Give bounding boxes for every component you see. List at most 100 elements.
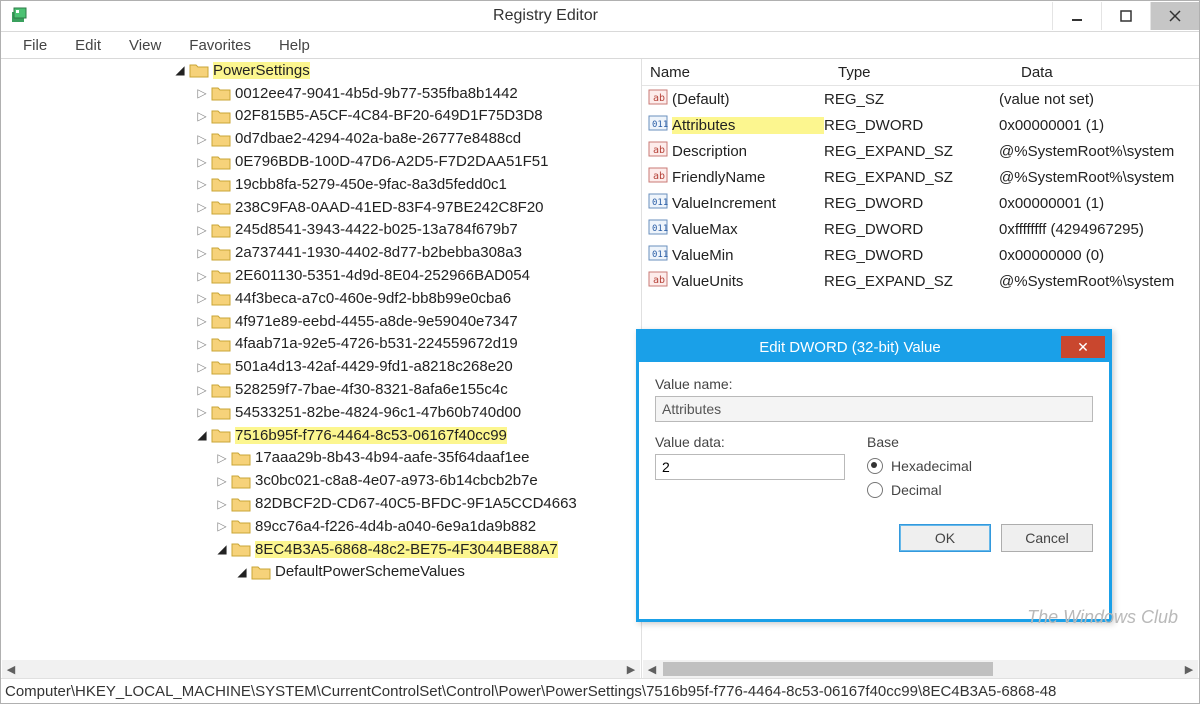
radio-dot-icon	[867, 482, 883, 498]
col-data[interactable]: Data	[1013, 64, 1199, 81]
list-row[interactable]: abDescriptionREG_EXPAND_SZ@%SystemRoot%\…	[642, 138, 1199, 164]
value-name: ValueUnits	[672, 273, 824, 290]
menu-edit[interactable]: Edit	[61, 37, 115, 54]
tree-item[interactable]: ▷2a737441-1930-4402-8d77-b2bebba308a3	[1, 241, 641, 264]
titlebar[interactable]: Registry Editor	[1, 1, 1199, 32]
tree-pane[interactable]: ◢PowerSettings▷0012ee47-9041-4b5d-9b77-5…	[1, 59, 642, 678]
menu-help[interactable]: Help	[265, 37, 324, 54]
tree-item[interactable]: ▷82DBCF2D-CD67-40C5-BFDC-9F1A5CCD4663	[1, 492, 641, 515]
value-type: REG_DWORD	[824, 247, 999, 264]
list-row[interactable]: 011ValueMaxREG_DWORD0xffffffff (42949672…	[642, 216, 1199, 242]
cancel-button[interactable]: Cancel	[1001, 524, 1093, 552]
value-type: REG_EXPAND_SZ	[824, 273, 999, 290]
tree-item[interactable]: ▷501a4d13-42af-4429-9fd1-a8218c268e20	[1, 355, 641, 378]
expanded-arrow-icon[interactable]: ◢	[171, 63, 189, 77]
list-row[interactable]: abValueUnitsREG_EXPAND_SZ@%SystemRoot%\s…	[642, 268, 1199, 294]
tree-item[interactable]: ▷0d7dbae2-4294-402a-ba8e-26777e8488cd	[1, 127, 641, 150]
scroll-left-icon[interactable]: ◀	[2, 660, 20, 678]
collapsed-arrow-icon[interactable]: ▷	[213, 519, 231, 533]
tree-item[interactable]: ▷4faab71a-92e5-4726-b531-224559672d19	[1, 333, 641, 356]
value-type: REG_DWORD	[824, 117, 999, 134]
valuedata-label: Value data:	[655, 434, 867, 450]
tree-item[interactable]: ▷19cbb8fa-5279-450e-9fac-8a3d5fedd0c1	[1, 173, 641, 196]
tree-item[interactable]: ▷528259f7-7bae-4f30-8321-8afa6e155c4c	[1, 378, 641, 401]
value-data: 0x00000000 (0)	[999, 247, 1199, 264]
tree-item[interactable]: ◢7516b95f-f776-4464-8c53-06167f40cc99	[1, 424, 641, 447]
collapsed-arrow-icon[interactable]: ▷	[193, 86, 211, 100]
tree-h-scrollbar[interactable]: ◀ ▶	[2, 660, 640, 678]
collapsed-arrow-icon[interactable]: ▷	[193, 200, 211, 214]
list-row[interactable]: 011ValueIncrementREG_DWORD0x00000001 (1)	[642, 190, 1199, 216]
valuedata-input[interactable]	[655, 454, 845, 480]
tree-item[interactable]: ▷238C9FA8-0AAD-41ED-83F4-97BE242C8F20	[1, 196, 641, 219]
scroll-thumb[interactable]	[663, 662, 993, 676]
list-h-scrollbar[interactable]: ◀ ▶	[643, 660, 1198, 678]
value-type: REG_EXPAND_SZ	[824, 169, 999, 186]
collapsed-arrow-icon[interactable]: ▷	[213, 497, 231, 511]
valuename-input[interactable]	[655, 396, 1093, 422]
collapsed-arrow-icon[interactable]: ▷	[193, 109, 211, 123]
scroll-left-icon[interactable]: ◀	[643, 660, 661, 678]
menu-favorites[interactable]: Favorites	[175, 37, 265, 54]
close-button[interactable]	[1150, 2, 1199, 30]
tree-item[interactable]: ◢8EC4B3A5-6868-48c2-BE75-4F3044BE88A7	[1, 538, 641, 561]
tree-item[interactable]: ▷89cc76a4-f226-4d4b-a040-6e9a1da9b882	[1, 515, 641, 538]
dialog-title: Edit DWORD (32-bit) Value	[639, 339, 1061, 356]
menu-view[interactable]: View	[115, 37, 175, 54]
collapsed-arrow-icon[interactable]: ▷	[193, 246, 211, 260]
tree-item[interactable]: ◢PowerSettings	[1, 59, 641, 82]
maximize-button[interactable]	[1101, 2, 1150, 30]
collapsed-arrow-icon[interactable]: ▷	[193, 269, 211, 283]
scroll-right-icon[interactable]: ▶	[1180, 660, 1198, 678]
tree-item[interactable]: ▷245d8541-3943-4422-b025-13a784f679b7	[1, 219, 641, 242]
minimize-button[interactable]	[1052, 2, 1101, 30]
collapsed-arrow-icon[interactable]: ▷	[213, 451, 231, 465]
tree-item[interactable]: ▷17aaa29b-8b43-4b94-aafe-35f64daaf1ee	[1, 447, 641, 470]
value-type: REG_DWORD	[824, 195, 999, 212]
menu-file[interactable]: File	[9, 37, 61, 54]
value-data: @%SystemRoot%\system	[999, 273, 1199, 290]
collapsed-arrow-icon[interactable]: ▷	[193, 337, 211, 351]
list-row[interactable]: 011ValueMinREG_DWORD0x00000000 (0)	[642, 242, 1199, 268]
col-name[interactable]: Name	[642, 64, 830, 81]
collapsed-arrow-icon[interactable]: ▷	[193, 132, 211, 146]
radio-dot-icon	[867, 458, 883, 474]
collapsed-arrow-icon[interactable]: ▷	[193, 177, 211, 191]
tree-item[interactable]: ▷3c0bc021-c8a8-4e07-a973-6b14cbcb2b7e	[1, 469, 641, 492]
tree-item[interactable]: ▷0E796BDB-100D-47D6-A2D5-F7D2DAA51F51	[1, 150, 641, 173]
radio-decimal[interactable]: Decimal	[867, 478, 1093, 502]
col-type[interactable]: Type	[830, 64, 1013, 81]
radio-hexadecimal[interactable]: Hexadecimal	[867, 454, 1093, 478]
list-row[interactable]: ab(Default)REG_SZ(value not set)	[642, 86, 1199, 112]
ok-button[interactable]: OK	[899, 524, 991, 552]
list-row[interactable]: abFriendlyNameREG_EXPAND_SZ@%SystemRoot%…	[642, 164, 1199, 190]
collapsed-arrow-icon[interactable]: ▷	[193, 360, 211, 374]
dialog-close-button[interactable]: ✕	[1061, 336, 1105, 358]
tree-item[interactable]: ▷02F815B5-A5CF-4C84-BF20-649D1F75D3D8	[1, 105, 641, 128]
collapsed-arrow-icon[interactable]: ▷	[193, 223, 211, 237]
expanded-arrow-icon[interactable]: ◢	[193, 428, 211, 442]
dialog-titlebar[interactable]: Edit DWORD (32-bit) Value ✕	[639, 332, 1109, 362]
tree-item[interactable]: ▷54533251-82be-4824-96c1-47b60b740d00	[1, 401, 641, 424]
value-name: ValueIncrement	[672, 195, 824, 212]
tree-item[interactable]: ▷4f971e89-eebd-4455-a8de-9e59040e7347	[1, 310, 641, 333]
collapsed-arrow-icon[interactable]: ▷	[193, 155, 211, 169]
collapsed-arrow-icon[interactable]: ▷	[193, 314, 211, 328]
value-name: Attributes	[672, 117, 824, 134]
list-row[interactable]: 011AttributesREG_DWORD0x00000001 (1)	[642, 112, 1199, 138]
collapsed-arrow-icon[interactable]: ▷	[193, 383, 211, 397]
collapsed-arrow-icon[interactable]: ▷	[213, 474, 231, 488]
expanded-arrow-icon[interactable]: ◢	[213, 542, 231, 556]
collapsed-arrow-icon[interactable]: ▷	[193, 291, 211, 305]
value-type: REG_SZ	[824, 91, 999, 108]
collapsed-arrow-icon[interactable]: ▷	[193, 405, 211, 419]
scroll-right-icon[interactable]: ▶	[622, 660, 640, 678]
svg-text:011: 011	[652, 120, 668, 130]
value-icon: ab	[642, 165, 672, 189]
expanded-arrow-icon[interactable]: ◢	[233, 565, 251, 579]
tree-item[interactable]: ▷0012ee47-9041-4b5d-9b77-535fba8b1442	[1, 82, 641, 105]
list-header[interactable]: Name Type Data	[642, 59, 1199, 86]
tree-item[interactable]: ▷2E601130-5351-4d9d-8E04-252966BAD054	[1, 264, 641, 287]
tree-item[interactable]: ▷44f3beca-a7c0-460e-9df2-bb8b99e0cba6	[1, 287, 641, 310]
tree-item[interactable]: ◢DefaultPowerSchemeValues	[1, 561, 641, 584]
